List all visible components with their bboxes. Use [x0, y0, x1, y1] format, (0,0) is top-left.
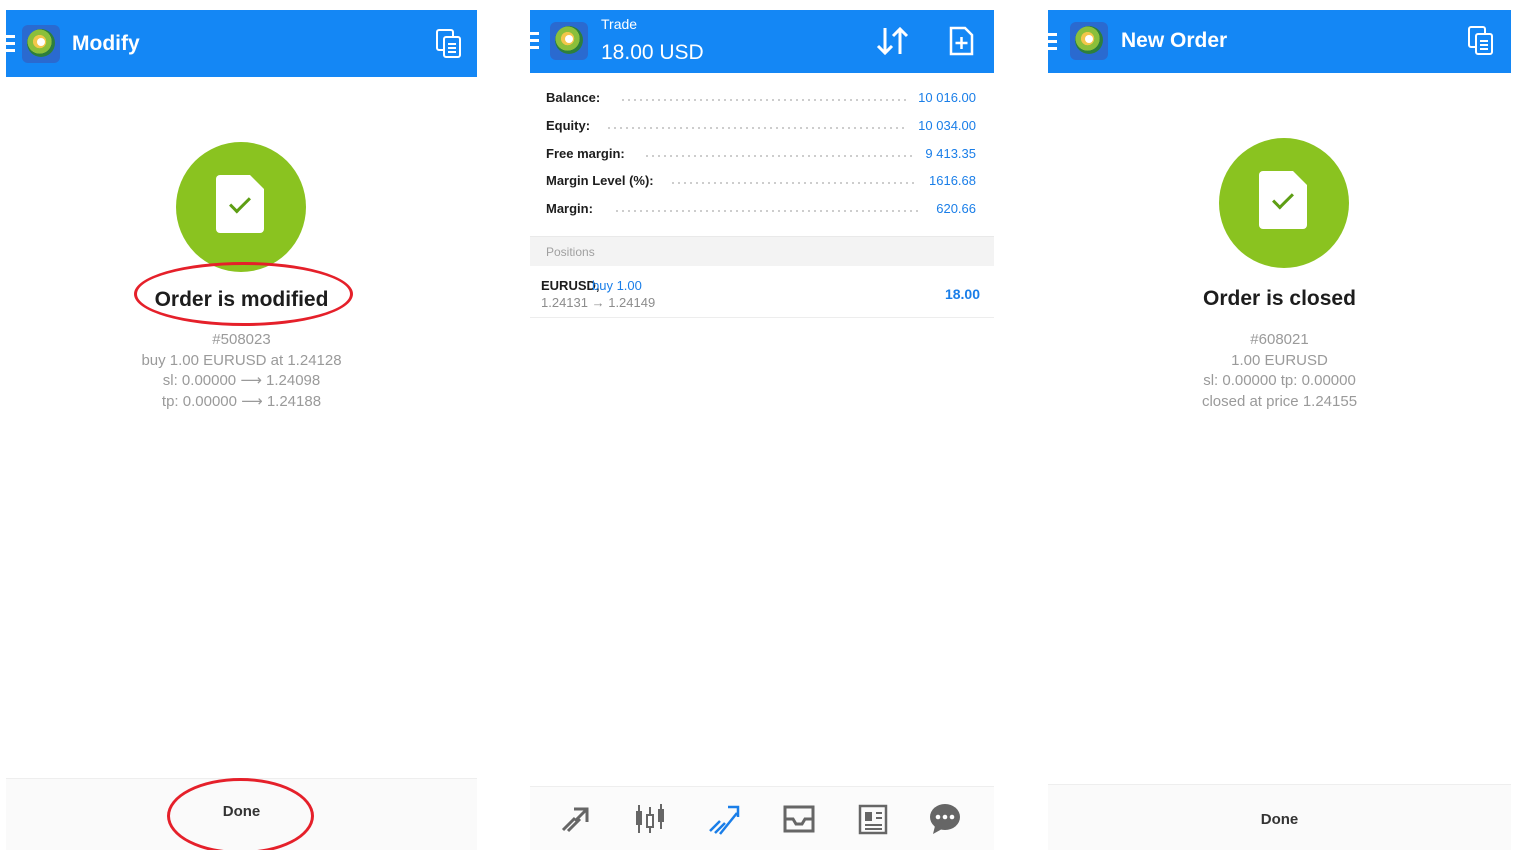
order-close-price: closed at price 1.24155: [1201, 392, 1358, 410]
mailbox-icon[interactable]: [781, 801, 817, 837]
trade-icon[interactable]: [706, 801, 742, 837]
sort-icon[interactable]: [876, 26, 910, 56]
account-balance: 18.00 USD: [601, 41, 704, 64]
page-title: Modify: [72, 32, 140, 55]
position-type: buy 1.00: [592, 278, 642, 293]
new-order-icon[interactable]: [948, 26, 974, 56]
checkmark-icon: [1272, 187, 1294, 210]
modify-screen: Modify Order is modified #508023 buy 1.0…: [6, 10, 477, 850]
order-closed-screen: New Order Order is closed #608021 1.00 E…: [1048, 10, 1511, 850]
page-title: Trade: [601, 16, 638, 32]
highlight-ring: [134, 262, 353, 326]
menu-icon[interactable]: [1048, 33, 1057, 51]
menu-icon[interactable]: [530, 32, 539, 50]
menu-icon[interactable]: [6, 35, 15, 53]
app-bar: Modify: [6, 10, 477, 77]
leader-dots: [614, 210, 920, 212]
summary-row-balance: Balance: 10 016.00: [546, 90, 976, 110]
copy-icon[interactable]: [1468, 26, 1494, 56]
summary-value: 620.66: [936, 201, 976, 216]
summary-label: Margin:: [546, 201, 593, 216]
news-icon[interactable]: [855, 801, 891, 837]
summary-label: Equity:: [546, 118, 591, 133]
metatrader-logo-icon: [22, 25, 60, 63]
order-details: #608021 1.00 EURUSD sl: 0.00000 tp: 0.00…: [1048, 330, 1511, 412]
summary-label: Margin Level (%):: [546, 173, 654, 188]
trade-screen: Trade 18.00 USD Balance: 10 016.00 Equit…: [530, 10, 994, 850]
leader-dots: [644, 155, 916, 157]
position-symbol: EURUSD,: [541, 278, 600, 293]
summary-label: Balance:: [546, 90, 601, 105]
page-title: New Order: [1121, 29, 1228, 52]
summary-value: 9 413.35: [925, 146, 976, 161]
chat-icon[interactable]: [927, 801, 963, 837]
position-prices: 1.24131 → 1.24149: [541, 295, 656, 310]
chart-icon[interactable]: [632, 801, 668, 837]
order-stop-loss: sl: 0.00000 ⟶ 1.24098: [162, 372, 321, 389]
order-details: #508023 buy 1.00 EURUSD at 1.24128 sl: 0…: [6, 330, 477, 412]
order-number: #508023: [212, 331, 271, 348]
summary-row-margin-level: Margin Level (%): 1616.68: [546, 173, 976, 193]
copy-icon[interactable]: [436, 29, 462, 59]
summary-row-margin: Margin: 620.66: [546, 201, 976, 221]
order-success-icon: [176, 142, 306, 272]
order-take-profit: tp: 0.00000 ⟶ 1.24188: [161, 392, 322, 410]
leader-dots: [606, 127, 906, 129]
position-profit: 18.00: [944, 286, 980, 302]
metatrader-logo-icon: [550, 22, 588, 60]
metatrader-logo-icon: [1070, 22, 1108, 60]
order-description: 1.00 EURUSD: [1231, 351, 1328, 369]
result-title: Order is closed: [1203, 287, 1356, 310]
leader-dots: [670, 182, 914, 184]
document-icon: [1259, 171, 1307, 229]
order-stops: sl: 0.00000 tp: 0.00000: [1203, 372, 1356, 389]
app-bar: New Order: [1048, 10, 1511, 73]
document-icon: [216, 175, 264, 233]
order-success-icon: [1219, 138, 1349, 268]
checkmark-icon: [229, 191, 251, 214]
summary-label: Free margin:: [546, 146, 625, 161]
bottom-bar: Done: [1048, 784, 1511, 850]
summary-value: 1616.68: [929, 173, 976, 188]
leader-dots: [620, 99, 910, 101]
position-row[interactable]: EURUSD, buy 1.00 1.24131 → 1.24149 18.00: [530, 270, 994, 318]
order-number: #608021: [1250, 331, 1309, 348]
bottom-navigation: [530, 786, 994, 850]
highlight-ring: [167, 778, 314, 850]
order-description: buy 1.00 EURUSD at 1.24128: [141, 351, 342, 369]
done-button[interactable]: Done: [1048, 811, 1511, 828]
positions-section-header: Positions: [530, 236, 994, 266]
summary-value: 10 034.00: [918, 118, 976, 133]
quotes-icon[interactable]: [558, 801, 594, 837]
summary-value: 10 016.00: [918, 90, 976, 105]
section-title: Positions: [546, 245, 595, 259]
app-bar: Trade 18.00 USD: [530, 10, 994, 73]
summary-row-equity: Equity: 10 034.00: [546, 118, 976, 138]
summary-row-free-margin: Free margin: 9 413.35: [546, 146, 976, 166]
